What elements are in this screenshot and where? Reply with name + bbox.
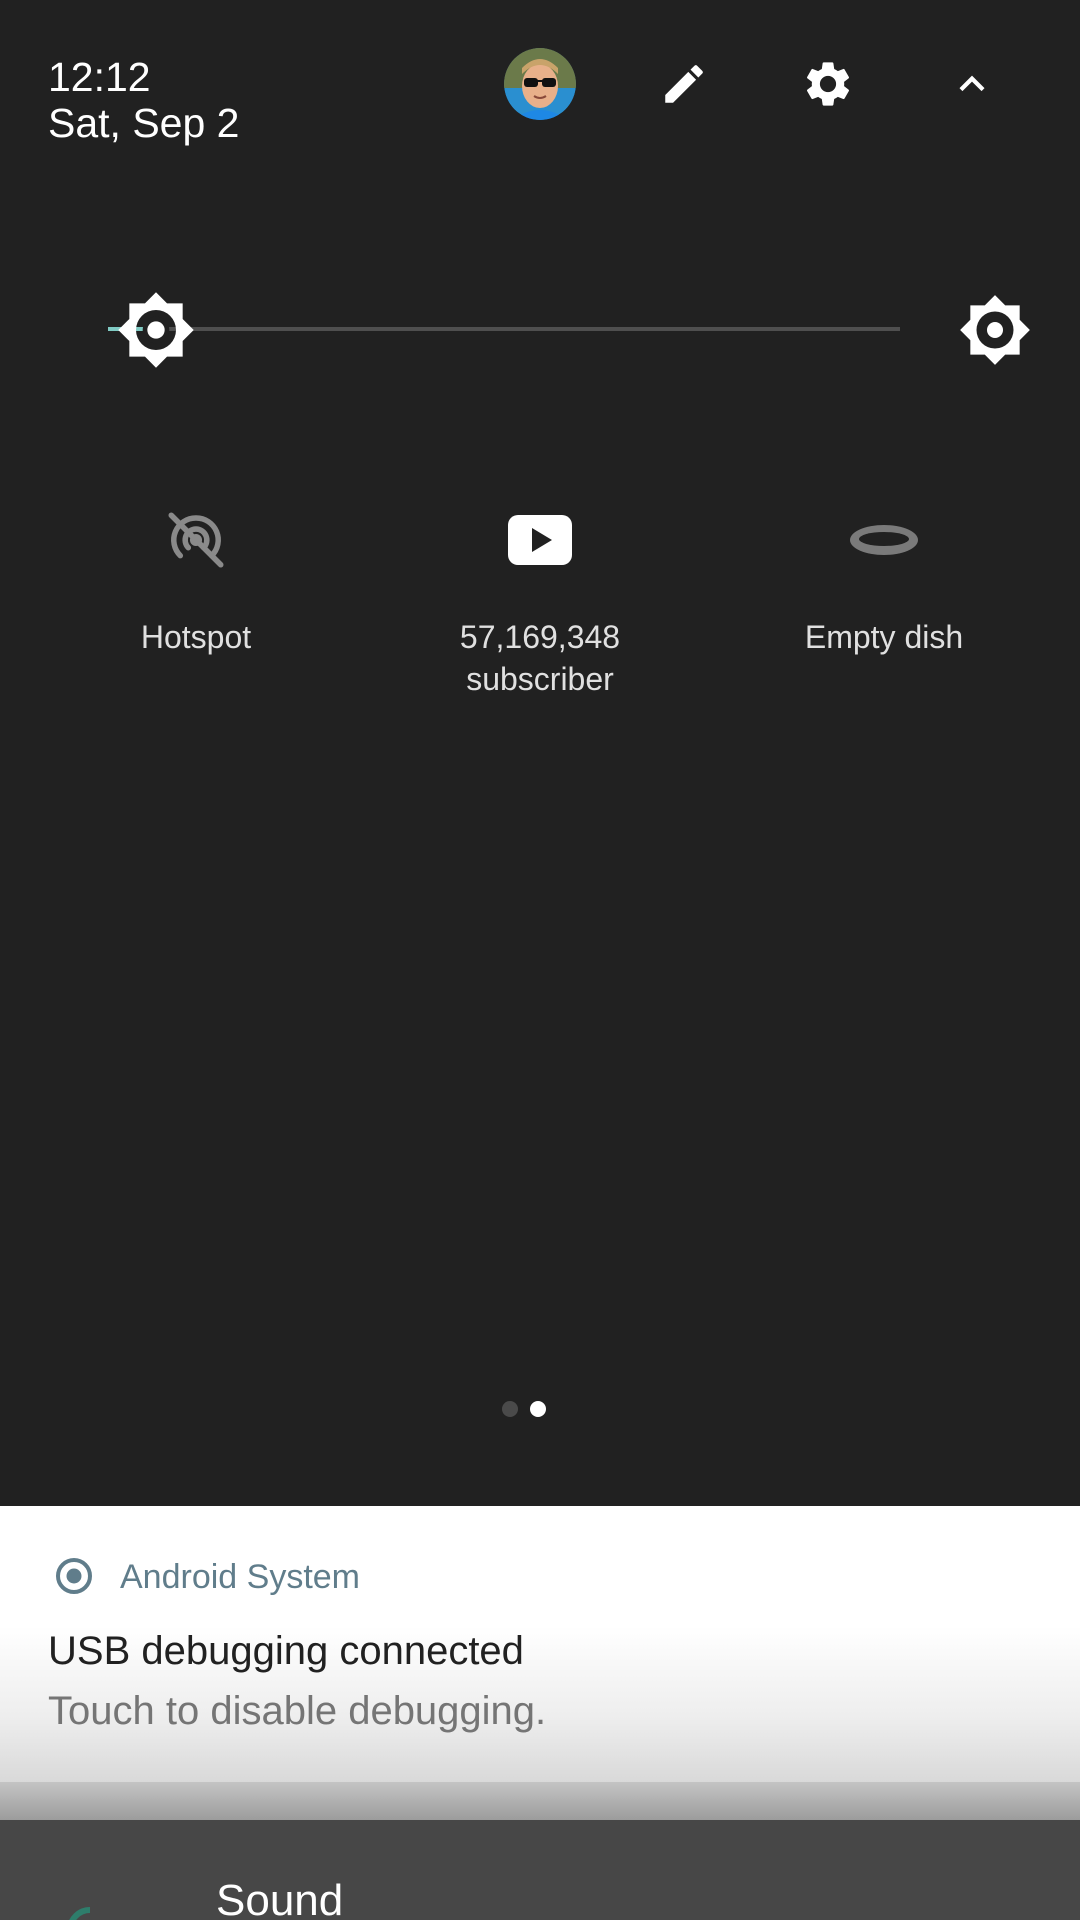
settings-row-sound-label: Sound [216, 1876, 344, 1920]
youtube-play-icon [500, 500, 580, 580]
tile-hotspot[interactable]: Hotspot [26, 490, 366, 720]
clock-time[interactable]: 12:12 [48, 54, 151, 100]
date-label[interactable]: Sat, Sep 2 [48, 100, 239, 146]
quick-settings-tiles: Hotspot 57,169,348 subscriber Empty dish [0, 490, 1080, 730]
notification-shade: 12:12 Sat, Sep 2 Hotspot 57,169,348 subs… [0, 0, 1080, 1920]
hotspot-off-icon [156, 500, 236, 580]
edit-button[interactable] [648, 48, 720, 120]
brightness-track[interactable] [108, 327, 900, 331]
usb-debugging-notification[interactable]: Android System USB debugging connected T… [0, 1506, 1080, 1782]
settings-row-sound[interactable]: Sound [0, 1820, 1080, 1920]
brightness-slider[interactable] [0, 280, 1080, 380]
tile-youtube-subscribers[interactable]: 57,169,348 subscriber [370, 490, 710, 720]
gear-icon [806, 62, 850, 106]
tile-youtube-label: 57,169,348 subscriber [459, 619, 621, 697]
chevron-up-icon [959, 75, 985, 92]
notification-text: Touch to disable debugging. [48, 1689, 547, 1733]
auto-brightness-icon [960, 295, 1030, 365]
sound-icon [69, 1907, 91, 1920]
page-indicator [500, 1401, 560, 1421]
pencil-icon [665, 65, 703, 103]
page-dot-2-active[interactable] [530, 1401, 546, 1417]
radio-target-icon [56, 1558, 92, 1594]
tile-empty-dish-label: Empty dish [804, 619, 964, 655]
quick-settings-header: 12:12 Sat, Sep 2 [0, 0, 1080, 170]
avatar-icon [504, 48, 576, 120]
dish-icon [844, 500, 924, 580]
notification-shadow [0, 1782, 1080, 1820]
tile-hotspot-label: Hotspot [140, 619, 252, 655]
tile-empty-dish[interactable]: Empty dish [714, 490, 1054, 720]
collapse-button[interactable] [936, 48, 1008, 120]
notification-title: USB debugging connected [48, 1629, 524, 1673]
settings-button[interactable] [792, 48, 864, 120]
brightness-thumb[interactable] [106, 280, 206, 380]
user-avatar-button[interactable] [504, 48, 576, 120]
page-dot-1[interactable] [502, 1401, 518, 1417]
brightness-icon [117, 292, 194, 368]
auto-brightness-button[interactable] [955, 290, 1035, 370]
notification-app-name: Android System [120, 1558, 360, 1596]
